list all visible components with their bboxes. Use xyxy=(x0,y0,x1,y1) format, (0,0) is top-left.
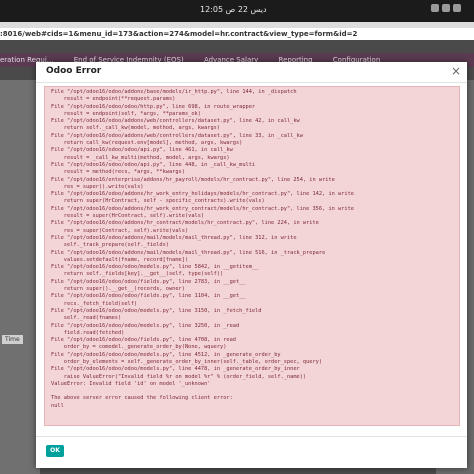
traceback-line: recs._fetch_field(self) xyxy=(51,300,138,307)
dialog-header: Odoo Error × xyxy=(36,62,467,83)
background-form-left: Time xyxy=(0,80,40,474)
traceback-line: result = endpoint(**request.params) xyxy=(51,96,176,103)
traceback-line: ValueError: Invalid field 'id' on model … xyxy=(51,380,211,387)
traceback-line: File "/opt/odoo16/odoo/addons/web/contro… xyxy=(51,118,300,125)
system-tray xyxy=(428,4,468,16)
traceback-text: File "/opt/odoo16/odoo/addons/base/model… xyxy=(45,87,459,410)
traceback-line: File "/opt/odoo16/odoo/addons/mail/model… xyxy=(51,234,297,241)
system-clock[interactable]: 12:05 ديس 22 ص xyxy=(200,5,267,14)
traceback-line: return call_kw(request.env[model], metho… xyxy=(51,140,243,147)
traceback-line: File "/opt/odoo16/odoo/odoo/models.py", … xyxy=(51,366,300,373)
traceback-line: File "/opt/odoo16/odoo/odoo/models.py", … xyxy=(51,322,240,329)
traceback-line: res = super(Contract, self).write(vals) xyxy=(51,227,189,234)
url-text: :8016/web#cids=1&menu_id=173&action=274&… xyxy=(0,30,358,38)
traceback-line: File "/opt/odoo16/odoo/addons/mail/model… xyxy=(51,249,326,256)
traceback-line: field.read(fetched) xyxy=(51,329,125,336)
traceback-panel[interactable]: File "/opt/odoo16/odoo/addons/base/model… xyxy=(44,86,460,426)
ok-button[interactable]: OK xyxy=(46,445,64,457)
traceback-line: File "/opt/odoo16/odoo/addons/hr_work_en… xyxy=(51,205,354,212)
dialog-footer: OK xyxy=(36,436,467,469)
traceback-line: self._read(fnames) xyxy=(51,315,122,322)
traceback-line: File "/opt/odoo16/odoo/addons/hr_work_en… xyxy=(51,191,354,198)
traceback-line: The above server error caused the follow… xyxy=(51,395,233,402)
traceback-line: File "/opt/odoo16/odoo/addons/base/model… xyxy=(51,89,297,95)
traceback-line: File "/opt/odoo16/enterprise/addons/hr_p… xyxy=(51,176,335,183)
close-icon[interactable]: × xyxy=(451,64,461,78)
traceback-line: File "/opt/odoo16/odoo/odoo/models.py", … xyxy=(51,264,259,271)
traceback-line: result = _call_kw_multi(method, model, a… xyxy=(51,154,230,161)
network-icon[interactable] xyxy=(431,4,439,12)
address-bar[interactable]: :8016/web#cids=1&menu_id=173&action=274&… xyxy=(0,28,474,40)
traceback-line: return self._call_kw(model, method, args… xyxy=(51,125,221,132)
traceback-line: self._track_prepare(self._fields) xyxy=(51,242,169,249)
traceback-line: return self._fields[key].__get__(self, t… xyxy=(51,271,224,278)
traceback-line: return super(HrContract, self - specific… xyxy=(51,198,265,205)
dialog-title: Odoo Error xyxy=(46,66,102,76)
traceback-line: File "/opt/odoo16/odoo/odoo/models.py", … xyxy=(51,307,262,314)
error-dialog: Odoo Error × File "/opt/odoo16/odoo/addo… xyxy=(36,62,467,468)
traceback-line: File "/opt/odoo16/odoo/addons/web/contro… xyxy=(51,132,303,139)
traceback-line: result = method(recs, *args, **kwargs) xyxy=(51,169,185,176)
traceback-line: File "/opt/odoo16/odoo/odoo/models.py", … xyxy=(51,351,281,358)
system-top-bar: 12:05 ديس 22 ص xyxy=(0,0,474,22)
traceback-line: return super().__get__(records, owner) xyxy=(51,286,185,293)
traceback-line: File "/opt/odoo16/odoo/odoo/fields.py", … xyxy=(51,293,246,300)
background-tab-time[interactable]: Time xyxy=(2,335,23,344)
traceback-line: File "/opt/odoo16/odoo/odoo/api.py", lin… xyxy=(51,161,256,168)
traceback-line: result = endpoint(self, *args, **params_… xyxy=(51,110,201,117)
traceback-line: null xyxy=(51,402,64,409)
browser-chrome: :8016/web#cids=1&menu_id=173&action=274&… xyxy=(0,22,474,40)
power-icon[interactable] xyxy=(453,4,461,12)
traceback-line: File "/opt/odoo16/odoo/odoo/api.py", lin… xyxy=(51,147,233,154)
traceback-line: order_by = comodel._generate_order_by(No… xyxy=(51,344,227,351)
traceback-line: File "/opt/odoo16/odoo/odoo/fields.py", … xyxy=(51,278,246,285)
traceback-line: File "/opt/odoo16/odoo/addons/hr_contrac… xyxy=(51,220,319,227)
traceback-line: File "/opt/odoo16/odoo/odoo/http.py", li… xyxy=(51,103,256,110)
traceback-line: res = super().write(vals) xyxy=(51,183,144,190)
traceback-line: File "/opt/odoo16/odoo/odoo/fields.py", … xyxy=(51,337,236,344)
volume-icon[interactable] xyxy=(442,4,450,12)
traceback-line: raise ValueError("Invalid field %r on mo… xyxy=(51,373,307,380)
traceback-line: values.setdefault(fname, record[fname]) xyxy=(51,256,189,263)
traceback-line: order_by_elements = self._generate_order… xyxy=(51,358,323,365)
traceback-line: result = super(HrContract, self).write(v… xyxy=(51,213,205,220)
